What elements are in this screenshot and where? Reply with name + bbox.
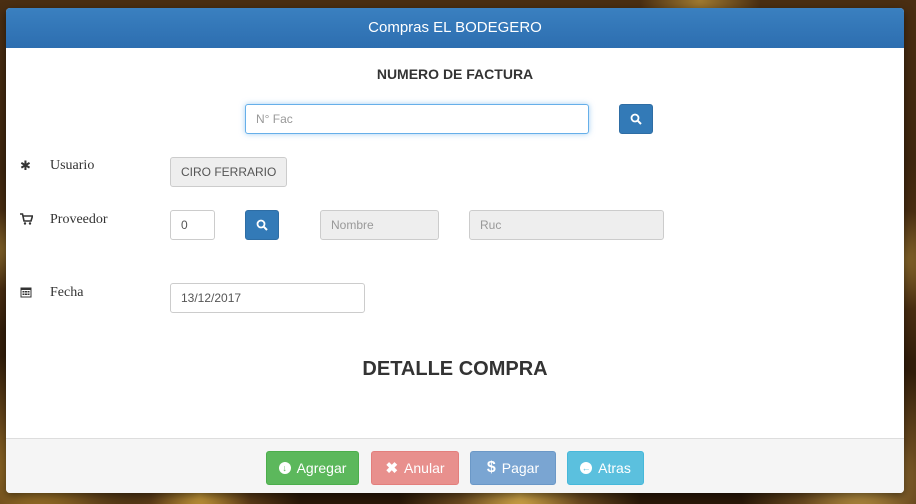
usuario-row: ✱ Usuario	[20, 158, 94, 174]
search-icon	[256, 219, 268, 231]
dollar-icon: $	[486, 459, 496, 476]
pagar-label: Pagar	[501, 460, 540, 476]
factura-number-input[interactable]	[245, 104, 589, 134]
atras-button[interactable]: ← Atras	[567, 451, 644, 485]
fecha-input[interactable]	[170, 283, 365, 313]
modal-footer: ↓ Agregar ✖ Anular $ Pagar ← Atras	[6, 438, 904, 493]
detalle-compra-title: DETALLE COMPRA	[362, 358, 548, 380]
fecha-label: Fecha	[50, 285, 84, 300]
usuario-label: Usuario	[50, 158, 95, 173]
download-circle-icon: ↓	[278, 462, 291, 474]
proveedor-search-button[interactable]	[245, 210, 279, 240]
usuario-value: CIRO FERRARIO	[170, 157, 288, 187]
atras-label: Atras	[598, 460, 631, 476]
proveedor-code-input[interactable]	[170, 210, 215, 240]
agregar-label: Agregar	[296, 460, 347, 476]
calendar-icon	[20, 286, 36, 301]
anular-label: Anular	[404, 460, 445, 476]
shopping-cart-icon	[20, 212, 36, 228]
factura-heading: NUMERO DE FACTURA	[376, 66, 534, 82]
pagar-button[interactable]: $ Pagar	[470, 451, 556, 485]
anular-button[interactable]: ✖ Anular	[371, 451, 459, 485]
proveedor-row: Proveedor	[20, 212, 108, 228]
asterisk-icon: ✱	[20, 158, 31, 173]
modal-title: Compras EL BODEGERO	[6, 8, 904, 48]
compras-modal: Compras EL BODEGERO NUMERO DE FACTURA ✱ …	[6, 8, 904, 493]
proveedor-ruc-field	[469, 210, 664, 240]
search-icon	[630, 113, 642, 125]
proveedor-label: Proveedor	[50, 212, 108, 227]
fecha-row: Fecha	[20, 285, 83, 301]
proveedor-nombre-field	[320, 210, 439, 240]
factura-search-button[interactable]	[619, 104, 653, 134]
agregar-button[interactable]: ↓ Agregar	[266, 451, 359, 485]
arrow-left-circle-icon: ←	[580, 462, 593, 474]
close-icon: ✖	[385, 460, 399, 477]
